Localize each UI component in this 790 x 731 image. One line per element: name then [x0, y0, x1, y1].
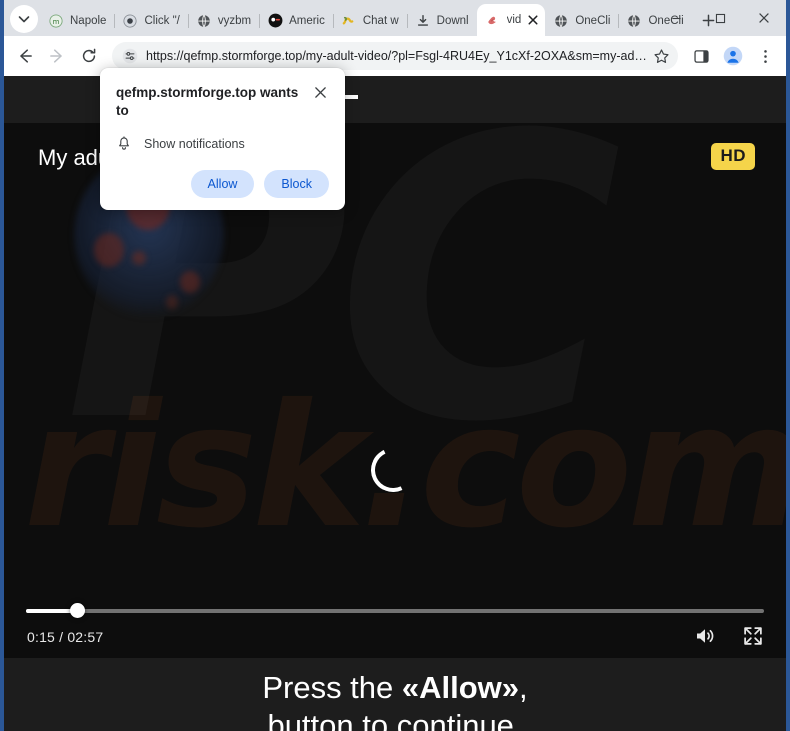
video-frame-dot-5 [166, 295, 178, 309]
tab-list: m Napole Click "/ vyzbm Americ Chat w Do… [4, 0, 715, 36]
video-frame-dot-4 [180, 271, 200, 293]
message-line-2: button to continue. [267, 708, 523, 731]
tab-vid-active[interactable]: vid [476, 4, 546, 36]
bookmark-star-icon[interactable] [650, 45, 672, 67]
profile-avatar-icon [723, 46, 743, 66]
tab-onecli-2[interactable]: OneCli [618, 5, 691, 36]
forward-arrow-icon [50, 49, 62, 63]
m-green-icon: m [48, 13, 64, 29]
tab-separator [332, 14, 334, 28]
close-window-button[interactable] [742, 2, 786, 34]
tab-onecli-1[interactable]: OneCli [545, 5, 618, 36]
tab-downl[interactable]: Downl [406, 5, 477, 36]
fullscreen-icon [744, 627, 762, 645]
volume-button[interactable] [692, 623, 718, 649]
globe-icon [626, 13, 642, 29]
seek-track[interactable] [26, 609, 764, 613]
tab-napole[interactable]: m Napole [40, 5, 114, 36]
close-icon [528, 15, 538, 25]
tab-title: Napole [70, 14, 107, 27]
more-vertical-icon [763, 49, 767, 63]
tab-title: Click "/ [144, 14, 180, 27]
player-controls: 0:15 / 02:57 [4, 592, 786, 658]
back-button[interactable] [10, 41, 40, 71]
side-panel-icon [693, 49, 709, 63]
tab-chat[interactable]: Chat w [332, 5, 407, 36]
tab-title: vyzbm [217, 14, 252, 27]
fullscreen-button[interactable] [740, 623, 766, 649]
notification-permission-popup: qefmp.stormforge.top wants to Show notif… [100, 68, 345, 210]
allow-instruction-message: Press the «Allow», button to continue. [4, 658, 786, 731]
tab-click[interactable]: Click "/ [114, 5, 187, 36]
message-suffix: , [519, 670, 528, 705]
reload-button[interactable] [74, 41, 104, 71]
tab-separator [406, 14, 408, 28]
address-bar[interactable]: https://qefmp.stormforge.top/my-adult-vi… [112, 42, 678, 70]
tab-title: OneCli [575, 14, 611, 27]
globe-icon [553, 13, 569, 29]
seek-bar[interactable] [26, 603, 764, 618]
time-display: 0:15 / 02:57 [27, 629, 104, 645]
download-icon [415, 13, 431, 29]
tab-vyzbm[interactable]: vyzbm [187, 5, 259, 36]
tune-icon [122, 48, 138, 64]
forward-button[interactable] [42, 41, 72, 71]
black-circle-icon [267, 13, 283, 29]
svg-text:m: m [53, 18, 60, 26]
tab-title: Downl [436, 14, 469, 27]
permission-description: Show notifications [144, 137, 245, 151]
permission-header: qefmp.stormforge.top wants to [116, 84, 329, 120]
video-frame-dot-3 [132, 251, 146, 265]
tab-strip: m Napole Click "/ vyzbm Americ Chat w Do… [4, 0, 786, 36]
message-prefix: Press the [262, 670, 402, 705]
bell-icon [116, 136, 132, 152]
seek-thumb[interactable] [70, 603, 86, 618]
tab-title: OneCli [648, 14, 684, 27]
tab-separator [187, 14, 189, 28]
message-emphasis: «Allow» [401, 670, 520, 705]
message-line-1: Press the «Allow», [4, 669, 786, 707]
back-arrow-icon [20, 49, 32, 63]
dark-circle-icon [122, 13, 138, 29]
tab-separator [259, 14, 261, 28]
close-icon [759, 13, 769, 23]
tab-title: Chat w [362, 14, 399, 27]
player-right-controls [692, 623, 766, 649]
tab-separator [618, 14, 620, 28]
browser-window: m Napole Click "/ vyzbm Americ Chat w Do… [0, 0, 790, 731]
url-text[interactable]: https://qefmp.stormforge.top/my-adult-vi… [146, 49, 650, 63]
reload-icon [82, 48, 96, 63]
tab-separator [114, 14, 116, 28]
tab-close-button[interactable] [525, 12, 541, 28]
pink-icon [485, 12, 501, 28]
maximize-icon [715, 13, 725, 23]
hd-badge: HD [711, 143, 755, 170]
loading-spinner-icon [364, 441, 422, 499]
permission-title: qefmp.stormforge.top wants to [116, 85, 299, 118]
side-panel-button[interactable] [686, 41, 716, 71]
volume-icon [697, 629, 714, 643]
permission-actions: Allow Block [116, 170, 329, 198]
tab-search-button[interactable] [10, 5, 38, 33]
maximize-button[interactable] [698, 2, 742, 34]
close-icon [314, 86, 326, 98]
globe-icon [196, 13, 212, 29]
chevron-down-icon [18, 16, 30, 23]
tab-title: Americ [289, 14, 325, 27]
permission-detail-row: Show notifications [116, 136, 329, 152]
video-frame-dot-2 [94, 233, 124, 267]
profile-button[interactable] [718, 41, 748, 71]
tab-title: vid [506, 14, 522, 26]
browser-menu-button[interactable] [750, 41, 780, 71]
tab-americ[interactable]: Americ [259, 5, 333, 36]
permission-close-button[interactable] [311, 83, 329, 101]
block-button[interactable]: Block [264, 170, 329, 198]
star-icon [653, 48, 669, 63]
yellow-squiggle-icon [341, 13, 357, 29]
site-settings-icon[interactable] [120, 46, 140, 66]
allow-button[interactable]: Allow [190, 170, 255, 198]
